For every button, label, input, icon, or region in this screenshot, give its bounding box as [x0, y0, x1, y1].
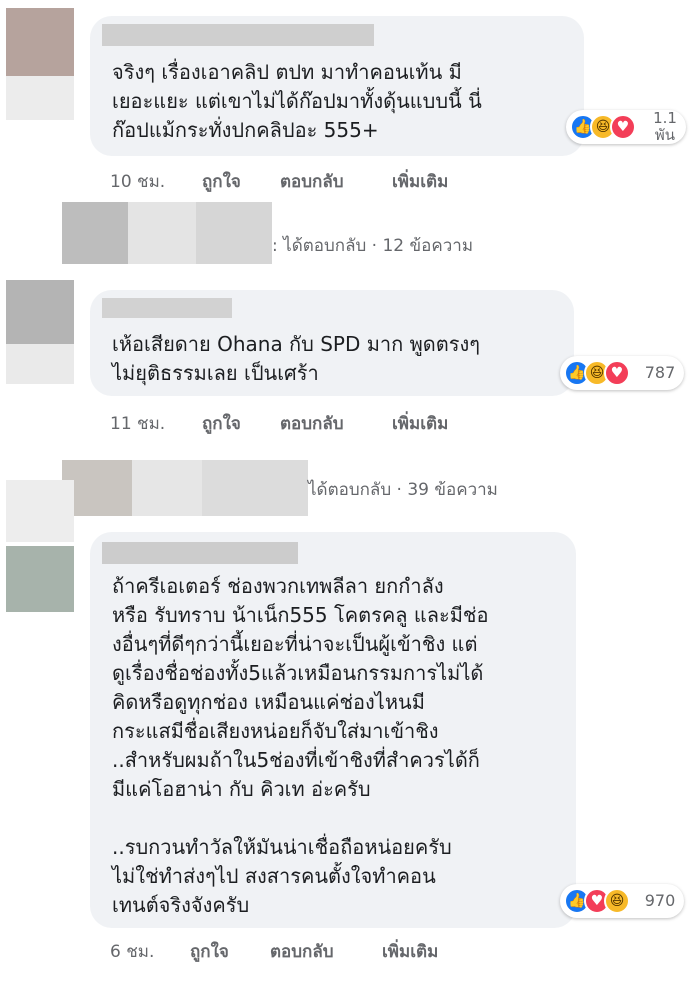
comment-actions: 11 ชม. ถูกใจ ตอบกลับ เพิ่มเติม	[110, 410, 490, 434]
view-replies-link[interactable]: : ได้ตอบกลับ · 12 ข้อความ	[272, 232, 473, 259]
comment-text-line: ..รบกวนทำวัลให้มันน่าเชื่อถือหน่อยครับ	[112, 835, 452, 859]
comment-text-line: ก๊อปแม้กระทั่งปกคลิปอะ 555+	[112, 118, 379, 142]
like-link[interactable]: ถูกใจ	[202, 410, 241, 437]
comment-time[interactable]: 11 ชม.	[110, 410, 165, 437]
comment-text-line: กระแสมีชื่อเสียงหน่อยก็จับใส่มาเข้าชิง	[112, 719, 439, 743]
like-link[interactable]: ถูกใจ	[190, 938, 229, 965]
comment-text-line: ไม่ยุติธรรมเลย เป็นเศร้า	[112, 361, 319, 385]
more-link[interactable]: เพิ่มเติม	[392, 410, 448, 437]
avatar[interactable]	[6, 8, 74, 76]
avatar-shadow	[6, 344, 74, 384]
reply-avatar-1	[62, 202, 128, 264]
comment-text-line: จริงๆ เรื่องเอาคลิป ตปท มาทำคอนเท้น มี	[112, 60, 462, 84]
love-icon: ♥	[604, 360, 630, 386]
avatar[interactable]	[6, 546, 74, 612]
reaction-count: 1.1 พัน	[653, 109, 677, 144]
comment-text-line: หรือ รับทราบ น้าเน็ก555 โคตรคลู และมีช่อ	[112, 603, 489, 627]
comment-text-line: ถ้าครีเอเตอร์ ช่องพวกเทพลีลา ยกกำลัง	[112, 574, 444, 598]
comment-bubble: จริงๆ เรื่องเอาคลิป ตปท มาทำคอนเท้น มี เ…	[90, 16, 584, 156]
reply-avatar-2	[196, 202, 272, 264]
reaction-summary[interactable]: 👍 😆 ♥ 1.1 พัน	[566, 110, 686, 144]
comment-time[interactable]: 6 ชม.	[110, 938, 154, 965]
reply-link[interactable]: ตอบกลับ	[270, 938, 334, 965]
comment-bubble: ถ้าครีเอเตอร์ ช่องพวกเทพลีลา ยกกำลัง หรื…	[90, 532, 576, 928]
haha-icon: 😆	[604, 888, 630, 914]
comment-text-line: ดูเรื่องชื่อช่องทั้ง5แล้วเหมือนกรรมการไม…	[112, 661, 484, 685]
reply-label: ได้ตอบกลับ · 12 ข้อความ	[283, 236, 474, 256]
comment-text-line: เห้อเสียดาย Ohana กับ SPD มาก พูดตรงๆ	[112, 332, 481, 356]
more-link[interactable]: เพิ่มเติม	[382, 938, 438, 965]
comment-time[interactable]: 10 ชม.	[110, 168, 165, 195]
comment-text-line: ไม่ใช่ทำส่งๆไป สงสารคนตั้งใจทำคอน	[112, 864, 436, 888]
reaction-count: 970	[644, 891, 676, 910]
comment-actions: 6 ชม. ถูกใจ ตอบกลับ เพิ่มเติม	[110, 938, 490, 962]
more-link[interactable]: เพิ่มเติม	[392, 168, 448, 195]
comment-actions: 10 ชม. ถูกใจ ตอบกลับ เพิ่มเติม	[110, 168, 490, 192]
avatar[interactable]	[6, 280, 74, 344]
comment-text-line: คิดหรือดูทุกช่อง เหมือนแค่ช่องไหนมี	[112, 690, 425, 714]
reply-link[interactable]: ตอบกลับ	[280, 168, 344, 195]
comment-bubble: เห้อเสียดาย Ohana กับ SPD มาก พูดตรงๆ ไม…	[90, 290, 574, 396]
avatar-shadow	[6, 76, 74, 120]
comment-text-line: เทนต์จริงจังครับ	[112, 893, 250, 917]
reply-link[interactable]: ตอบกลับ	[280, 410, 344, 437]
avatar-shadow	[6, 480, 74, 542]
commenter-name[interactable]	[102, 298, 232, 318]
reply-avatars[interactable]	[62, 460, 308, 516]
view-replies-link[interactable]: ได้ตอบกลับ · 39 ข้อความ	[308, 476, 498, 503]
reply-avatar-2	[202, 460, 308, 516]
love-icon: ♥	[610, 114, 636, 140]
comment-text-line: ..สำหรับผมถ้าใน5ช่องที่เข้าชิงที่สำควรได…	[112, 748, 480, 772]
reaction-count: 787	[644, 363, 676, 382]
reaction-summary[interactable]: 👍 😆 ♥ 787	[560, 356, 684, 390]
reply-avatars[interactable]	[62, 202, 272, 264]
comment-text-line: งอื่นๆที่ดีๆกว่านี้เยอะที่น่าจะเป็นผู้เข…	[112, 632, 478, 656]
reaction-summary[interactable]: 👍 ♥ 😆 970	[560, 884, 684, 918]
commenter-name[interactable]	[102, 24, 374, 46]
commenter-name[interactable]	[102, 542, 298, 564]
reply-prefix: :	[272, 236, 278, 256]
like-link[interactable]: ถูกใจ	[202, 168, 241, 195]
comment-text-line: เยอะแยะ แต่เขาไม่ได้ก๊อปมาทั้งดุ้นแบบนี้…	[112, 89, 482, 113]
comment-text-line: มีแค่โอฮาน่า กับ คิวเท อ่ะครับ	[112, 777, 371, 801]
